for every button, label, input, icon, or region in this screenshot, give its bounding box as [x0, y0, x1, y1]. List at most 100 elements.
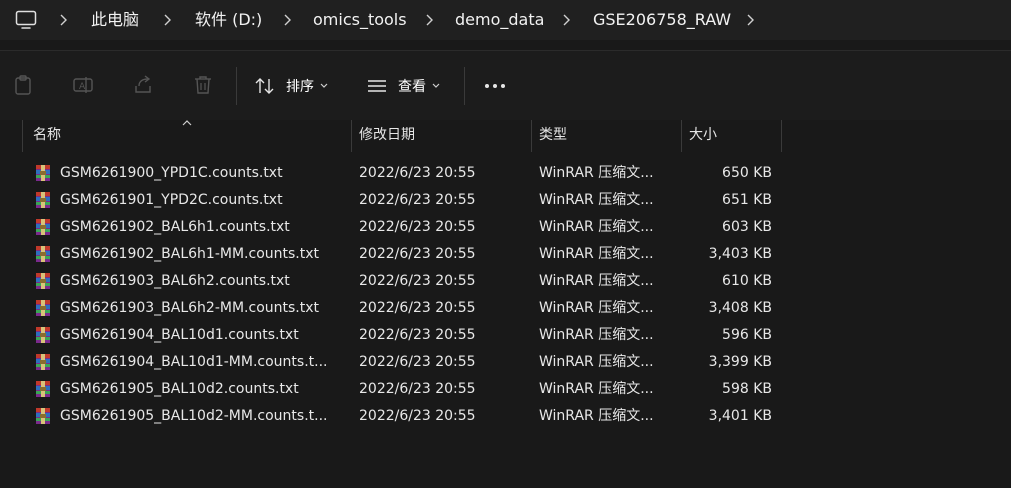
- column-divider: [22, 120, 23, 152]
- file-type: WinRAR 压缩文...: [539, 246, 654, 262]
- column-header-row: 名称 修改日期 类型 大小: [0, 120, 1011, 152]
- chevron-right-icon[interactable]: [424, 14, 434, 26]
- delete-icon[interactable]: [192, 74, 214, 96]
- sort-icon: [255, 78, 274, 94]
- file-size: 610 KB: [722, 273, 772, 289]
- file-size: 3,408 KB: [708, 300, 772, 316]
- file-modified-date: 2022/6/23 20:55: [359, 408, 476, 424]
- toolbar-divider: [236, 67, 237, 105]
- file-type: WinRAR 压缩文...: [539, 408, 654, 424]
- file-size: 650 KB: [722, 165, 772, 181]
- file-type: WinRAR 压缩文...: [539, 165, 654, 181]
- winrar-archive-icon: [36, 165, 50, 181]
- winrar-archive-icon: [36, 219, 50, 235]
- sort-button[interactable]: 排序: [254, 71, 328, 101]
- file-type: WinRAR 压缩文...: [539, 354, 654, 370]
- chevron-right-icon[interactable]: [282, 14, 292, 26]
- breadcrumb-item-omics-tools[interactable]: omics_tools: [313, 0, 407, 40]
- file-type: WinRAR 压缩文...: [539, 300, 654, 316]
- file-name: GSM6261900_YPD1C.counts.txt: [60, 165, 283, 181]
- more-options-icon[interactable]: [484, 82, 508, 90]
- column-divider[interactable]: [781, 120, 782, 152]
- winrar-archive-icon: [36, 408, 50, 424]
- file-explorer-window: 此电脑 软件 (D:) omics_tools demo_data GSE206…: [0, 0, 1011, 488]
- column-header-date[interactable]: 修改日期: [352, 120, 532, 152]
- winrar-archive-icon: [36, 300, 50, 316]
- view-label: 查看: [398, 79, 426, 95]
- file-modified-date: 2022/6/23 20:55: [359, 192, 476, 208]
- toolbar-divider: [464, 67, 465, 105]
- file-row[interactable]: GSM6261903_BAL6h2-MM.counts.txt 2022/6/2…: [22, 295, 782, 322]
- file-size: 3,401 KB: [708, 408, 772, 424]
- file-size: 3,403 KB: [708, 246, 772, 262]
- chevron-right-icon[interactable]: [745, 14, 755, 26]
- file-name: GSM6261901_YPD2C.counts.txt: [60, 192, 283, 208]
- file-size: 603 KB: [722, 219, 772, 235]
- chevron-right-icon[interactable]: [162, 14, 172, 26]
- winrar-archive-icon: [36, 246, 50, 262]
- breadcrumb-item-this-pc[interactable]: 此电脑: [91, 0, 139, 40]
- chevron-right-icon[interactable]: [58, 14, 68, 26]
- this-pc-icon[interactable]: [15, 10, 37, 30]
- file-row[interactable]: GSM6261902_BAL6h1-MM.counts.txt 2022/6/2…: [22, 241, 782, 268]
- winrar-archive-icon: [36, 381, 50, 397]
- file-type: WinRAR 压缩文...: [539, 273, 654, 289]
- file-size: 598 KB: [722, 381, 772, 397]
- column-header-type[interactable]: 类型: [532, 120, 682, 152]
- rename-icon[interactable]: A: [72, 74, 94, 96]
- chevron-down-icon: [320, 83, 328, 88]
- file-row[interactable]: GSM6261905_BAL10d2.counts.txt 2022/6/23 …: [22, 376, 782, 403]
- file-modified-date: 2022/6/23 20:55: [359, 273, 476, 289]
- file-modified-date: 2022/6/23 20:55: [359, 354, 476, 370]
- file-list: 名称 修改日期 类型 大小 GSM6261900_YPD1C.counts.tx…: [0, 120, 1011, 488]
- command-bar: A 排序 查看: [0, 50, 1011, 121]
- view-icon: [368, 80, 386, 92]
- file-modified-date: 2022/6/23 20:55: [359, 300, 476, 316]
- winrar-archive-icon: [36, 354, 50, 370]
- file-size: 3,399 KB: [708, 354, 772, 370]
- winrar-archive-icon: [36, 273, 50, 289]
- file-row[interactable]: GSM6261901_YPD2C.counts.txt 2022/6/23 20…: [22, 187, 782, 214]
- paste-icon[interactable]: [12, 74, 34, 96]
- sort-label: 排序: [286, 79, 314, 95]
- view-button[interactable]: 查看: [366, 71, 440, 101]
- divider: [0, 40, 1011, 50]
- file-name: GSM6261905_BAL10d2-MM.counts.t...: [60, 408, 328, 424]
- file-row[interactable]: GSM6261903_BAL6h2.counts.txt 2022/6/23 2…: [22, 268, 782, 295]
- file-name: GSM6261902_BAL6h1.counts.txt: [60, 219, 290, 235]
- file-type: WinRAR 压缩文...: [539, 381, 654, 397]
- file-row[interactable]: GSM6261900_YPD1C.counts.txt 2022/6/23 20…: [22, 160, 782, 187]
- file-name: GSM6261904_BAL10d1-MM.counts.t...: [60, 354, 328, 370]
- share-icon[interactable]: [132, 74, 154, 96]
- file-name: GSM6261905_BAL10d2.counts.txt: [60, 381, 299, 397]
- chevron-right-icon[interactable]: [561, 14, 571, 26]
- file-type: WinRAR 压缩文...: [539, 192, 654, 208]
- breadcrumb-item-gse206758-raw[interactable]: GSE206758_RAW: [593, 0, 731, 40]
- winrar-archive-icon: [36, 327, 50, 343]
- file-modified-date: 2022/6/23 20:55: [359, 165, 476, 181]
- file-name: GSM6261904_BAL10d1.counts.txt: [60, 327, 299, 343]
- file-row[interactable]: GSM6261905_BAL10d2-MM.counts.t... 2022/6…: [22, 403, 782, 430]
- file-size: 651 KB: [722, 192, 772, 208]
- column-header-size[interactable]: 大小: [682, 120, 782, 152]
- chevron-down-icon: [432, 83, 440, 88]
- file-name: GSM6261903_BAL6h2-MM.counts.txt: [60, 300, 319, 316]
- file-name: GSM6261903_BAL6h2.counts.txt: [60, 273, 290, 289]
- sort-ascending-icon: [182, 120, 192, 126]
- file-type: WinRAR 压缩文...: [539, 219, 654, 235]
- file-modified-date: 2022/6/23 20:55: [359, 327, 476, 343]
- file-modified-date: 2022/6/23 20:55: [359, 246, 476, 262]
- file-row[interactable]: GSM6261904_BAL10d1.counts.txt 2022/6/23 …: [22, 322, 782, 349]
- svg-text:A: A: [79, 82, 86, 92]
- file-row[interactable]: GSM6261902_BAL6h1.counts.txt 2022/6/23 2…: [22, 214, 782, 241]
- file-row[interactable]: GSM6261904_BAL10d1-MM.counts.t... 2022/6…: [22, 349, 782, 376]
- file-size: 596 KB: [722, 327, 772, 343]
- breadcrumb-item-drive-d[interactable]: 软件 (D:): [195, 0, 262, 40]
- file-modified-date: 2022/6/23 20:55: [359, 381, 476, 397]
- file-name: GSM6261902_BAL6h1-MM.counts.txt: [60, 246, 319, 262]
- file-type: WinRAR 压缩文...: [539, 327, 654, 343]
- breadcrumb-item-demo-data[interactable]: demo_data: [455, 0, 544, 40]
- file-modified-date: 2022/6/23 20:55: [359, 219, 476, 235]
- address-bar[interactable]: 此电脑 软件 (D:) omics_tools demo_data GSE206…: [0, 0, 1011, 40]
- winrar-archive-icon: [36, 192, 50, 208]
